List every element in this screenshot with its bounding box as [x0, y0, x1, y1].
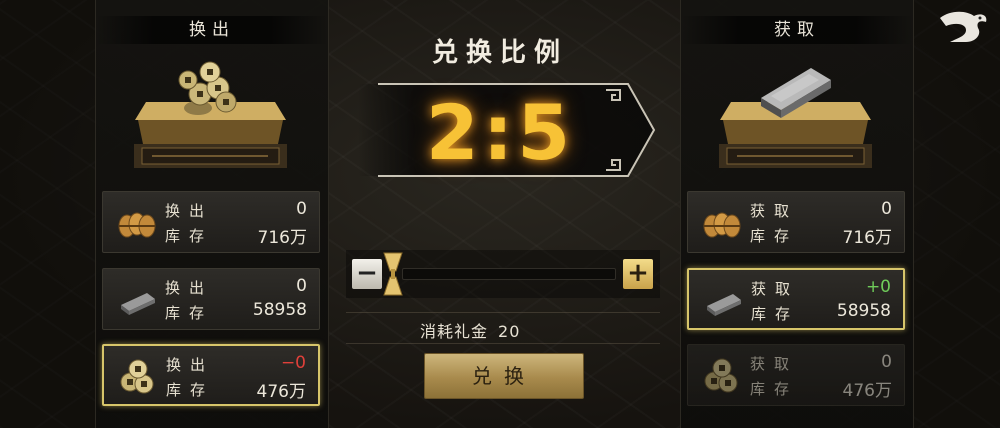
slot-stock-amount: 58958: [252, 300, 307, 320]
give-panel-title: 换出: [96, 16, 328, 44]
receive-panel-title: 获取: [681, 16, 913, 44]
silver-ingot-icon: [121, 293, 155, 315]
receive-panel: 获取 获取 库存 0 716万 获取 库存 +0 58958 获取 库存 0 4…: [680, 0, 914, 428]
slot-receive-amount: +0: [865, 277, 891, 297]
slot-label-receive: 获取: [750, 355, 799, 373]
ingot-pedestal: [719, 68, 872, 168]
slot-label-stock: 库存: [750, 227, 799, 245]
coin-pedestal: [134, 61, 287, 168]
slot-stock-amount: 476万: [256, 382, 306, 402]
dragon-back-icon[interactable]: [936, 8, 992, 48]
receive-slot-gold-coins[interactable]: 获取 库存 0 476万: [687, 344, 905, 406]
give-panel: 换出 换出 库存 0 716万 换出 库存 0 58958 换出 库存 −0 4…: [95, 0, 329, 428]
slot-label-stock: 库存: [166, 381, 215, 399]
give-slot-gold-coins[interactable]: 换出 库存 −0 476万: [102, 344, 320, 406]
cost-line: 消耗礼金 20: [420, 318, 580, 342]
slot-label-stock: 库存: [751, 305, 800, 323]
coin-pile: [178, 61, 237, 115]
background-left-shade: [0, 0, 95, 428]
divider: [346, 312, 660, 313]
slot-stock-amount: 58958: [836, 301, 891, 321]
receive-slot-copper[interactable]: 获取 库存 0 716万: [687, 191, 905, 253]
exchange-ratio-title: 兑换比例: [431, 38, 568, 68]
receive-slot-silver[interactable]: 获取 库存 +0 58958: [687, 268, 905, 330]
slot-label-give: 换出: [165, 279, 214, 297]
give-slot-silver[interactable]: 换出 库存 0 58958: [102, 268, 320, 330]
silver-ingot-icon: [707, 294, 741, 316]
ratio-value: 2:5: [425, 88, 575, 177]
exchange-button[interactable]: 兑换: [424, 353, 584, 399]
slot-receive-amount: 0: [881, 352, 892, 372]
slot-label-receive: 获取: [750, 202, 799, 220]
gold-coins-icon: [704, 358, 738, 393]
slot-label-receive: 获取: [751, 280, 800, 298]
slot-label-give: 换出: [166, 356, 215, 374]
cost-value: 20: [498, 322, 521, 341]
slot-stock-amount: 476万: [842, 381, 892, 401]
divider: [346, 343, 660, 344]
decrease-button[interactable]: −: [352, 259, 382, 289]
slot-label-give: 换出: [165, 202, 214, 220]
slot-stock-amount: 716万: [842, 228, 892, 248]
copper-coin-bundle-icon: [118, 212, 156, 238]
increase-button[interactable]: +: [623, 259, 653, 289]
slot-label-stock: 库存: [750, 380, 799, 398]
cost-label: 消耗礼金: [420, 322, 489, 341]
slot-give-amount: 0: [296, 276, 307, 296]
slot-label-stock: 库存: [165, 304, 214, 322]
gold-coins-icon: [120, 359, 154, 394]
slot-label-stock: 库存: [165, 227, 214, 245]
slot-receive-amount: 0: [881, 199, 892, 219]
slider-handle-icon[interactable]: [382, 251, 404, 297]
slot-stock-amount: 716万: [257, 228, 307, 248]
slot-give-amount: 0: [296, 199, 307, 219]
background-right-shade: [910, 0, 1000, 428]
slot-give-amount: −0: [280, 353, 306, 373]
copper-coin-bundle-icon: [703, 212, 741, 238]
give-slot-copper[interactable]: 换出 库存 0 716万: [102, 191, 320, 253]
amount-slider-track[interactable]: [402, 268, 616, 280]
